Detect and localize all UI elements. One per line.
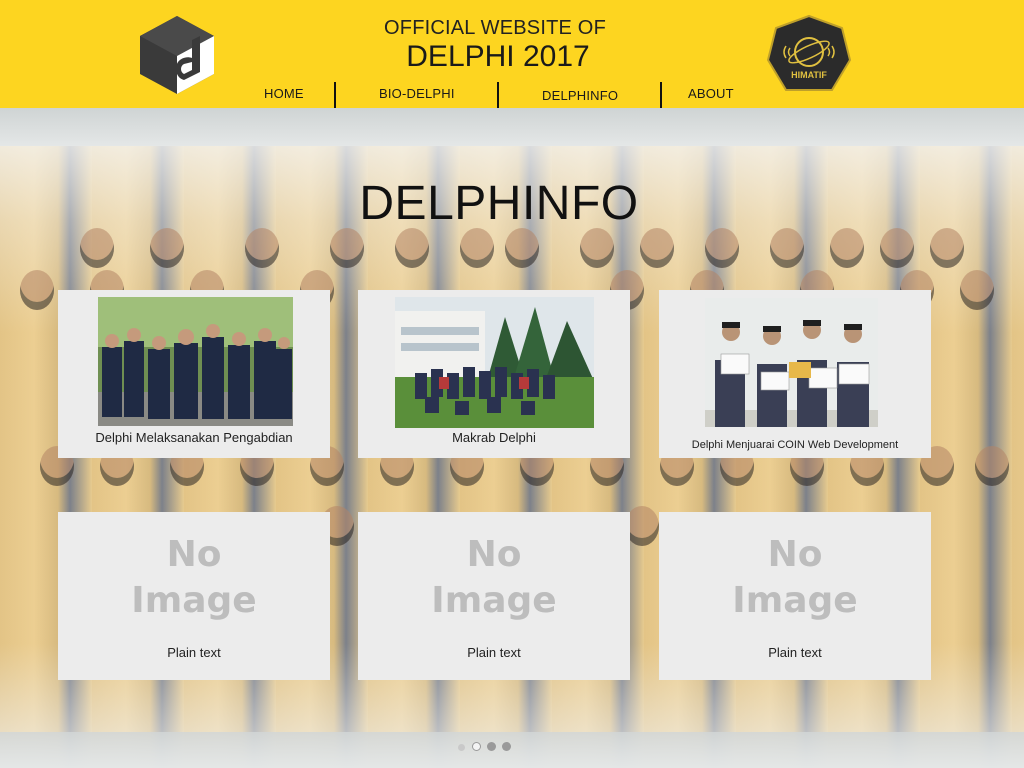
card-caption: Makrab Delphi	[452, 430, 536, 445]
background-face	[505, 228, 539, 268]
site-header: OFFICIAL WEBSITE OF DELPHI 2017 HOME BIO…	[0, 0, 1024, 108]
no-image-line2: Image	[131, 580, 257, 621]
background-face	[640, 228, 674, 268]
nav-about[interactable]: ABOUT	[688, 86, 734, 101]
news-card[interactable]: No Image Plain text	[58, 512, 330, 680]
background-face	[830, 228, 864, 268]
news-card[interactable]: Delphi Melaksanakan Pengabdian	[58, 290, 330, 458]
background-face	[625, 506, 659, 546]
no-image-line2: Image	[732, 580, 858, 621]
background-face	[580, 228, 614, 268]
background-face	[930, 228, 964, 268]
carousel-dot[interactable]	[458, 744, 465, 751]
nav-divider	[660, 82, 662, 108]
background-face	[150, 228, 184, 268]
no-image-placeholder: No Image	[358, 532, 630, 624]
news-card[interactable]: Delphi Menjuarai COIN Web Development	[659, 290, 931, 458]
news-card[interactable]: Makrab Delphi	[358, 290, 630, 458]
no-image-line1: No	[166, 534, 222, 575]
background-face	[705, 228, 739, 268]
no-image-placeholder: No Image	[659, 532, 931, 624]
nav-home[interactable]: HOME	[264, 86, 304, 101]
nav-divider	[334, 82, 336, 108]
background-face	[770, 228, 804, 268]
background-face	[395, 228, 429, 268]
nav-bio-delphi[interactable]: BIO-DELPHI	[379, 86, 455, 101]
card-caption: Plain text	[467, 645, 521, 660]
card-caption: Delphi Melaksanakan Pengabdian	[95, 430, 293, 445]
background-face	[880, 228, 914, 268]
background-face	[20, 270, 54, 310]
news-card[interactable]: No Image Plain text	[358, 512, 630, 680]
section-title: DELPHINFO	[359, 177, 639, 230]
no-image-placeholder: No Image	[58, 532, 330, 624]
carousel-dot[interactable]	[502, 742, 511, 751]
main-nav: HOME BIO-DELPHI DELPHINFO ABOUT	[230, 80, 750, 108]
background-face	[960, 270, 994, 310]
background-face	[245, 228, 279, 268]
background-face	[975, 446, 1009, 486]
background-face	[330, 228, 364, 268]
no-image-line1: No	[466, 534, 522, 575]
carousel-dot[interactable]	[487, 742, 496, 751]
card-caption: Delphi Menjuarai COIN Web Development	[691, 439, 899, 451]
card-photo	[705, 298, 878, 427]
background-face	[460, 228, 494, 268]
nav-divider	[497, 82, 499, 108]
banner-top-band	[0, 108, 1024, 146]
card-caption: Plain text	[768, 645, 822, 660]
card-photo	[98, 297, 293, 426]
card-caption: Plain text	[167, 645, 221, 660]
carousel-indicators	[456, 741, 516, 753]
news-card[interactable]: No Image Plain text	[659, 512, 931, 680]
no-image-line2: Image	[431, 580, 557, 621]
nav-delphinfo[interactable]: DELPHINFO	[542, 88, 618, 103]
background-face	[80, 228, 114, 268]
no-image-line1: No	[767, 534, 823, 575]
himatif-badge-icon[interactable]: HIMATIF	[766, 14, 852, 98]
card-photo	[395, 297, 594, 428]
badge-text: HIMATIF	[791, 70, 827, 80]
carousel-dot-active[interactable]	[472, 742, 481, 751]
